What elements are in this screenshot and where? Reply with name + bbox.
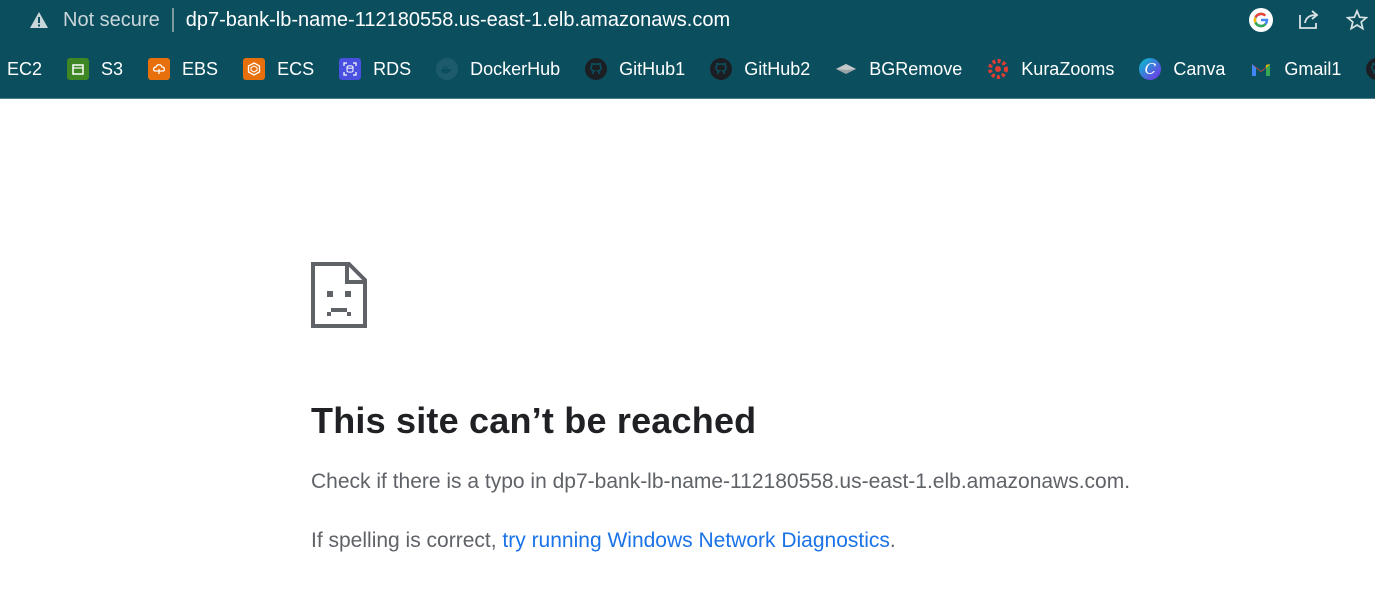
- bookmark-label: Canva: [1173, 58, 1226, 79]
- spelling-suffix: .: [889, 529, 896, 552]
- bookmark-gmail1[interactable]: Gmail1: [1250, 40, 1341, 98]
- typo-suffix: .: [1124, 470, 1131, 493]
- address-bar: Not secure dp7-bank-lb-name-112180558.us…: [0, 0, 1375, 40]
- bookmark-rds[interactable]: RDS: [339, 40, 411, 98]
- spelling-prefix: If spelling is correct,: [311, 529, 503, 552]
- network-diagnostics-link[interactable]: try running Windows Network Diagnostics: [502, 529, 889, 552]
- bookmark-label: GitHub1: [619, 58, 686, 79]
- bookmark-label: ECS: [277, 58, 315, 79]
- bookmark-kurazooms[interactable]: KuraZooms: [987, 40, 1114, 98]
- bookmark-label: KuraZooms: [1021, 58, 1115, 79]
- bookmark-ec2[interactable]: EC2: [7, 40, 42, 98]
- github-icon: [710, 58, 733, 80]
- bookmark-overflow-github[interactable]: [1366, 40, 1375, 98]
- bookmark-label: RDS: [373, 58, 412, 79]
- sad-document-icon: [311, 262, 367, 333]
- bookmark-label: Gmail1: [1284, 58, 1342, 79]
- spelling-hint: If spelling is correct, try running Wind…: [311, 529, 896, 553]
- bookmark-dockerhub[interactable]: DockerHub: [436, 40, 560, 98]
- bookmark-github2[interactable]: GitHub2: [710, 40, 810, 98]
- bookmark-label: S3: [101, 58, 124, 79]
- google-lens-icon[interactable]: [1243, 2, 1279, 38]
- warning-icon[interactable]: [29, 11, 49, 29]
- bookmark-github1[interactable]: GitHub1: [585, 40, 685, 98]
- bookmark-label: BGRemove: [869, 58, 963, 79]
- ecs-icon: [243, 58, 266, 80]
- rds-icon: [339, 58, 362, 80]
- typo-host: dp7-bank-lb-name-112180558.us-east-1.elb…: [552, 470, 1125, 493]
- ebs-icon: [148, 58, 171, 80]
- bookmark-label: DockerHub: [470, 58, 561, 79]
- github-icon: [1366, 58, 1375, 80]
- error-title: This site can’t be reached: [311, 400, 757, 441]
- kurazooms-icon: [987, 58, 1009, 80]
- bookmark-s3[interactable]: S3: [67, 40, 123, 98]
- url-field[interactable]: dp7-bank-lb-name-112180558.us-east-1.elb…: [186, 9, 730, 32]
- gmail-icon: [1250, 58, 1272, 80]
- bgremove-icon: [835, 58, 857, 80]
- bookmark-ecs[interactable]: ECS: [243, 40, 314, 98]
- bookmark-bgremove[interactable]: BGRemove: [835, 40, 962, 98]
- bookmark-ebs[interactable]: EBS: [148, 40, 218, 98]
- bookmark-label: EC2: [7, 58, 43, 79]
- github-icon: [585, 58, 608, 80]
- bookmark-canva[interactable]: C Canva: [1139, 40, 1225, 98]
- bookmark-label: GitHub2: [744, 58, 811, 79]
- typo-prefix: Check if there is a typo in: [311, 470, 553, 493]
- share-icon[interactable]: [1291, 2, 1327, 38]
- star-icon[interactable]: [1339, 2, 1375, 38]
- address-separator: [171, 8, 174, 32]
- typo-hint: Check if there is a typo in dp7-bank-lb-…: [311, 470, 1130, 494]
- bookmark-label: EBS: [182, 58, 219, 79]
- bookmarks-bar: EC2 S3 EBS ECS RDS DockerHub GitHub1 Git…: [0, 40, 1375, 99]
- canva-icon: C: [1139, 58, 1162, 80]
- s3-icon: [67, 58, 90, 80]
- security-status-label[interactable]: Not secure: [63, 9, 160, 32]
- docker-icon: [436, 58, 459, 80]
